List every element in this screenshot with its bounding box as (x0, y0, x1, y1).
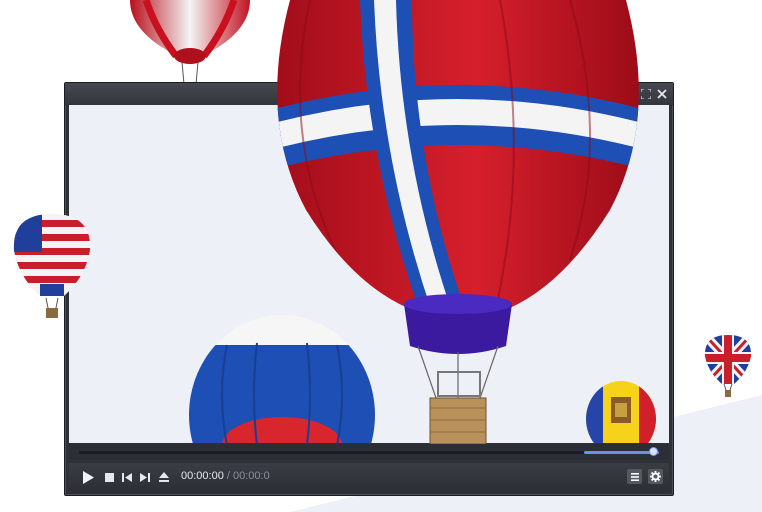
settings-button[interactable] (648, 469, 663, 484)
stop-icon (104, 472, 114, 482)
seek-thumb[interactable] (649, 447, 658, 456)
seek-fill (584, 451, 659, 454)
eject-button[interactable] (158, 469, 170, 485)
playlist-icon (630, 472, 639, 481)
play-icon (83, 470, 94, 484)
time-separator: / (223, 470, 233, 482)
time-display: 00:00:00 / 00:00:0 (181, 470, 270, 482)
skip-forward-icon (140, 472, 150, 482)
balloon-union-jack (704, 335, 752, 397)
close-icon (657, 89, 667, 99)
control-bar: 00:00:00 / 00:00:0 (69, 463, 669, 491)
seek-track[interactable] (79, 447, 659, 456)
previous-button[interactable] (121, 469, 133, 485)
eject-icon (159, 472, 169, 482)
total-time: 00:00:0 (233, 470, 270, 482)
stop-button[interactable] (103, 469, 115, 485)
current-time: 00:00:00 (181, 470, 224, 482)
balloon-large-red-white-blue (277, 0, 639, 444)
balloon-stars-stripes (13, 214, 91, 318)
close-button[interactable] (655, 87, 669, 101)
gear-icon (650, 471, 661, 482)
seek-bar[interactable] (69, 444, 669, 460)
skip-back-icon (122, 472, 132, 482)
playlist-button[interactable] (627, 469, 642, 484)
next-button[interactable] (139, 469, 151, 485)
play-button[interactable] (81, 469, 95, 485)
